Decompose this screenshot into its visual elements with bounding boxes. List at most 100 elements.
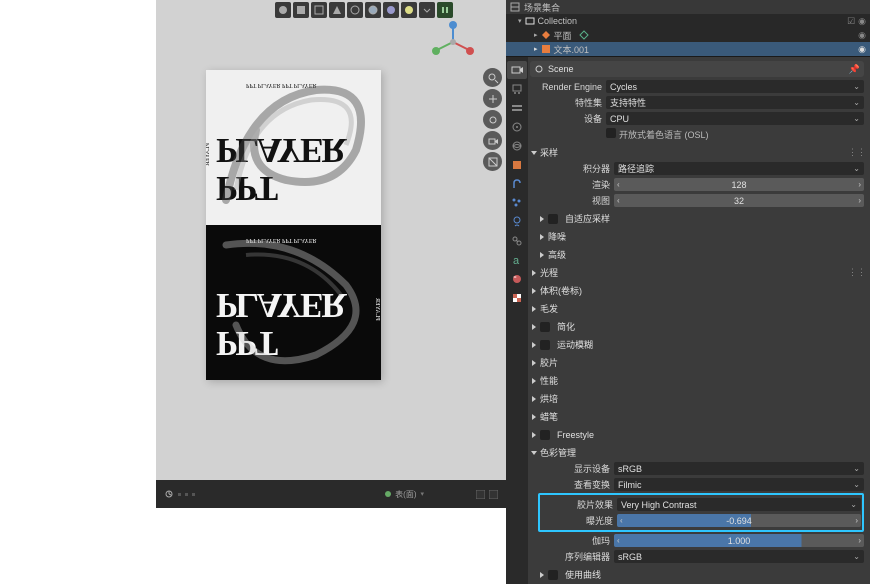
sequencer-value: sRGB: [618, 552, 642, 562]
feature-dropdown[interactable]: 支持特性: [606, 96, 864, 109]
section-grease[interactable]: 蜡笔: [530, 409, 864, 424]
viewport-side-tools: [483, 68, 502, 171]
tab-output[interactable]: [507, 80, 527, 98]
nav-gizmo[interactable]: [431, 20, 476, 65]
shading-dropdown[interactable]: [419, 2, 435, 18]
section-color[interactable]: 色彩管理: [530, 445, 864, 460]
zoom-icon[interactable]: [483, 68, 502, 87]
timeline-btn-2[interactable]: [489, 490, 498, 499]
integrator-value: 路径追踪: [618, 162, 654, 175]
section-simplify[interactable]: 简化: [530, 319, 864, 334]
device-dropdown[interactable]: CPU: [606, 112, 864, 125]
adaptive-checkbox[interactable]: [548, 214, 558, 224]
section-sampling[interactable]: 采样⋮⋮: [530, 145, 864, 160]
freestyle-checkbox[interactable]: [540, 430, 550, 440]
section-bake[interactable]: 烘培: [530, 391, 864, 406]
light-title: 光程: [540, 266, 558, 279]
outliner-row-collection[interactable]: ▾ Collection ☑◉: [506, 14, 870, 28]
section-adaptive[interactable]: 自适应采样: [538, 211, 864, 226]
timeline-editor-icon[interactable]: [164, 489, 174, 499]
section-denoise[interactable]: 降噪: [538, 229, 864, 244]
exposure-field[interactable]: -0.694: [617, 514, 861, 527]
label-feature: 特性集: [530, 96, 602, 109]
camera-icon[interactable]: [483, 131, 502, 150]
mode-btn-2[interactable]: [293, 2, 309, 18]
viewport-samples-field[interactable]: 32: [614, 194, 864, 207]
section-film[interactable]: 胶片: [530, 355, 864, 370]
render-samples-field[interactable]: 128: [614, 178, 864, 191]
adaptive-title: 自适应采样: [565, 212, 610, 225]
mode-btn-4[interactable]: [329, 2, 345, 18]
curves-title: 使用曲线: [565, 568, 601, 581]
section-curves[interactable]: 使用曲线: [538, 567, 864, 582]
properties-body[interactable]: Scene 📌 Render EngineCycles 特性集支持特性 设备CP…: [528, 57, 870, 584]
section-volume[interactable]: 体积(卷标): [530, 283, 864, 298]
rotate-icon[interactable]: [483, 110, 502, 129]
outliner[interactable]: 场景集合 ▾ Collection ☑◉ ▸ 平面 ◉ ▸ 文本.001 ◉: [506, 0, 870, 57]
scene-name: Scene: [548, 64, 574, 74]
properties-tabs: a: [506, 57, 528, 584]
look-dropdown[interactable]: Very High Contrast: [617, 498, 861, 511]
tab-material[interactable]: [507, 270, 527, 288]
tab-texture[interactable]: [507, 289, 527, 307]
tab-scene[interactable]: [507, 118, 527, 136]
label-render-samples: 渲染: [538, 178, 610, 191]
gamma-field[interactable]: 1.000: [614, 534, 864, 547]
tab-modifier[interactable]: [507, 175, 527, 193]
panel-menu-icon[interactable]: ⋮⋮: [850, 268, 864, 278]
tab-world[interactable]: [507, 137, 527, 155]
pin-icon[interactable]: 📌: [849, 64, 860, 75]
curves-checkbox[interactable]: [548, 570, 558, 580]
timeline-btn-1[interactable]: [476, 490, 485, 499]
label-gamma: 伽玛: [538, 534, 610, 547]
section-hair[interactable]: 毛发: [530, 301, 864, 316]
viewport-3d[interactable]: PLAYER PPT PPT PLAYER PPT PLAYER PLAYER …: [156, 0, 506, 480]
tab-physics[interactable]: [507, 213, 527, 231]
tab-viewlayer[interactable]: [507, 99, 527, 117]
shading-wire[interactable]: [347, 2, 363, 18]
eye-icon[interactable]: ◉: [858, 44, 866, 55]
display-device-dropdown[interactable]: sRGB: [614, 462, 864, 475]
tab-data[interactable]: a: [507, 251, 527, 269]
device-value: CPU: [610, 114, 629, 124]
play-btn[interactable]: [437, 2, 453, 18]
integrator-dropdown[interactable]: 路径追踪: [614, 162, 864, 175]
outliner-row-text[interactable]: ▸ 文本.001 ◉: [506, 42, 870, 56]
osl-checkbox[interactable]: [606, 128, 616, 138]
move-icon[interactable]: [483, 89, 502, 108]
section-freestyle[interactable]: Freestyle: [530, 427, 864, 442]
render-engine-dropdown[interactable]: Cycles: [606, 80, 864, 93]
tab-render[interactable]: [507, 61, 527, 79]
shading-solid[interactable]: [365, 2, 381, 18]
motion-checkbox[interactable]: [540, 340, 550, 350]
eye-icon[interactable]: ◉: [858, 16, 866, 27]
section-light[interactable]: 光程 ⋮⋮: [530, 265, 864, 280]
timeline-strip[interactable]: 表(面)▾: [156, 480, 506, 508]
persp-icon[interactable]: [483, 152, 502, 171]
outliner-row-mesh[interactable]: ▸ 平面 ◉: [506, 28, 870, 42]
panel-menu-icon[interactable]: ⋮⋮: [850, 148, 864, 158]
label-sequencer: 序列编辑器: [538, 550, 610, 563]
display-device-value: sRGB: [618, 464, 642, 474]
label-view-transform: 查看变换: [538, 478, 610, 491]
label-viewport-samples: 视图: [538, 194, 610, 207]
simplify-checkbox[interactable]: [540, 322, 550, 332]
section-motion[interactable]: 运动模糊: [530, 337, 864, 352]
exposure-value: -0.694: [726, 516, 752, 526]
tab-particles[interactable]: [507, 194, 527, 212]
mode-btn-1[interactable]: [275, 2, 291, 18]
view-transform-dropdown[interactable]: Filmic: [614, 478, 864, 491]
sequencer-dropdown[interactable]: sRGB: [614, 550, 864, 563]
mode-btn-3[interactable]: [311, 2, 327, 18]
exclude-icon[interactable]: ☑: [847, 16, 855, 27]
highlight-look-exposure: 胶片效果Very High Contrast 曝光度-0.694: [538, 493, 864, 532]
tab-object[interactable]: [507, 156, 527, 174]
freestyle-title: Freestyle: [557, 430, 594, 440]
section-perf[interactable]: 性能: [530, 373, 864, 388]
advanced-title: 高级: [548, 248, 566, 261]
section-advanced[interactable]: 高级: [538, 247, 864, 262]
tab-constraints[interactable]: [507, 232, 527, 250]
shading-render[interactable]: [401, 2, 417, 18]
shading-matprev[interactable]: [383, 2, 399, 18]
eye-icon[interactable]: ◉: [858, 30, 866, 41]
